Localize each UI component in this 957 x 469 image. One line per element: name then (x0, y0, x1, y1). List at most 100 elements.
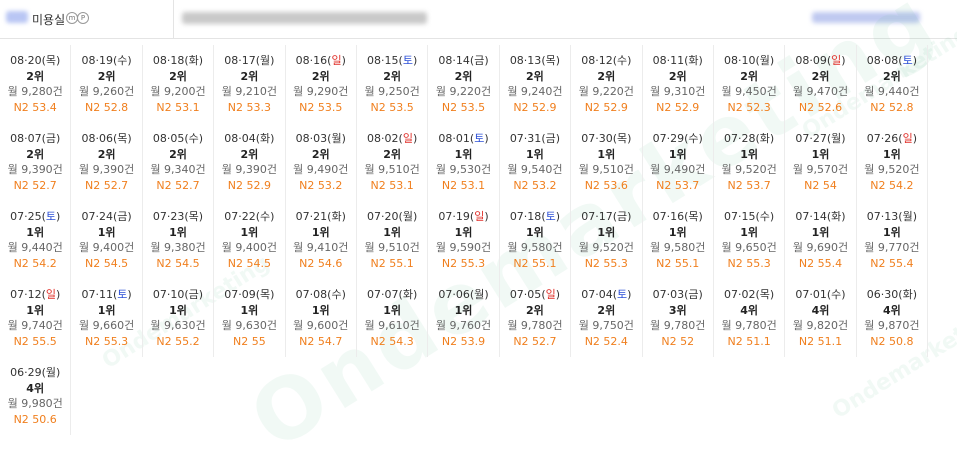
monthly-volume: 월 9,650건 (721, 241, 777, 254)
date-label: 07·01(수) (795, 288, 846, 301)
date-label: 08·08(토) (866, 54, 917, 67)
date-label: 08·19(수) (81, 54, 132, 67)
weekday: 월 (45, 366, 56, 379)
monthly-volume: 월 9,660건 (78, 319, 135, 332)
weekday: 수 (617, 54, 628, 67)
divider (173, 0, 174, 38)
monthly-volume: 월 9,240건 (507, 85, 563, 98)
link-redacted[interactable] (812, 12, 920, 23)
monthly-volume: 월 9,340건 (150, 163, 206, 176)
date-value: 07·26 (866, 132, 899, 145)
n2-score: N2 53.4 (13, 100, 57, 114)
monthly-volume: 월 9,870건 (864, 319, 920, 332)
rank-value: 1위 (882, 225, 901, 239)
date-label: 07·16(목) (652, 210, 703, 223)
monthly-volume: 월 9,520건 (721, 163, 777, 176)
monthly-volume: 월 9,390건 (221, 163, 277, 176)
history-cell: 07·09(목) 1위 월 9,630건 N2 55 (214, 279, 286, 357)
date-value: 07·19 (438, 210, 470, 223)
date-value: 08·18 (152, 54, 185, 67)
weekday: 일 (902, 132, 913, 145)
n2-score: N2 54.7 (299, 334, 343, 348)
rank-value: 4위 (882, 303, 901, 317)
n2-score: N2 52.3 (727, 100, 771, 114)
weekday: 일 (402, 132, 413, 145)
date-label: 07·24(금) (81, 210, 132, 223)
monthly-volume: 월 9,490건 (293, 163, 349, 176)
date-label: 08·09(일) (795, 54, 846, 67)
monthly-volume: 월 9,280건 (7, 85, 63, 98)
date-label: 08·01(토) (438, 132, 489, 145)
weekday: 토 (45, 210, 56, 223)
rank-value: 1위 (811, 147, 830, 161)
date-label: 07·14(화) (795, 210, 846, 223)
p-badge-icon[interactable]: P (77, 12, 89, 24)
weekday: 목 (617, 132, 628, 145)
history-cell: 07·31(금) 1위 월 9,540건 N2 53.2 (500, 123, 572, 201)
weekday: 화 (831, 210, 842, 223)
rank-value: 2위 (240, 69, 259, 83)
n2-score: N2 54 (804, 178, 837, 192)
date-value: 07·28 (723, 132, 756, 145)
date-label: 08·05(수) (152, 132, 204, 145)
history-cell: 07·30(목) 1위 월 9,510건 N2 53.6 (571, 123, 643, 201)
date-value: 07·06 (438, 288, 470, 301)
date-label: 06·29(월) (10, 366, 61, 379)
history-cell: 08·20(목) 2위 월 9,280건 N2 53.4 (0, 45, 72, 123)
history-cell: 07·16(목) 1위 월 9,580건 N2 55.1 (643, 201, 714, 279)
n2-score: N2 52.9 (513, 100, 557, 114)
monthly-volume: 월 9,770건 (864, 241, 920, 254)
monthly-volume: 월 9,510건 (364, 163, 420, 176)
date-value: 07·13 (866, 210, 899, 223)
monthly-volume: 월 9,780건 (721, 319, 777, 332)
date-label: 07·10(금) (152, 288, 204, 301)
rank-value: 4위 (811, 303, 830, 317)
rank-value: 2위 (383, 69, 402, 83)
date-label: 07·31(금) (509, 132, 561, 145)
n2-score: N2 50.8 (870, 334, 914, 348)
history-cell: 07·11(토) 1위 월 9,660건 N2 55.3 (71, 279, 143, 357)
date-value: 08·13 (509, 54, 542, 67)
date-value: 07·20 (367, 210, 399, 223)
date-label: 07·25(토) (10, 210, 61, 223)
rank-value: 1위 (240, 225, 259, 239)
weekday: 월 (831, 132, 842, 145)
monthly-volume: 월 9,490건 (650, 163, 706, 176)
monthly-volume: 월 9,380건 (150, 241, 206, 254)
n2-score: N2 52.8 (870, 100, 914, 114)
n2-score: N2 52.7 (13, 178, 57, 192)
rank-value: 2위 (597, 303, 616, 317)
n2-score: N2 51.1 (798, 334, 843, 348)
history-cell: 07·18(토) 1위 월 9,580건 N2 55.1 (500, 201, 572, 279)
history-cell: 08·03(월) 2위 월 9,490건 N2 53.2 (286, 123, 357, 201)
monthly-volume: 월 9,220건 (435, 85, 492, 98)
n2-score: N2 54.5 (84, 256, 129, 270)
rank-value: 4위 (740, 303, 758, 317)
date-label: 07·04(토) (581, 288, 632, 301)
date-value: 07·17 (581, 210, 613, 223)
date-value: 07·07 (367, 288, 399, 301)
rank-value: 2위 (882, 69, 901, 83)
shop-name[interactable]: 미용실 (32, 11, 65, 28)
date-value: 08·02 (367, 132, 399, 145)
history-cell: 07·06(월) 1위 월 9,760건 N2 53.9 (428, 279, 500, 357)
date-value: 07·31 (509, 132, 542, 145)
rank-value: 2위 (526, 303, 544, 317)
monthly-volume: 월 9,760건 (435, 319, 492, 332)
n2-score: N2 55 (233, 334, 266, 348)
date-value: 07·18 (509, 210, 542, 223)
date-value: 07·27 (795, 132, 827, 145)
weekday: 토 (545, 210, 556, 223)
weekday: 토 (474, 132, 485, 145)
history-cell: 07·28(화) 1위 월 9,520건 N2 53.7 (714, 123, 786, 201)
weekday: 토 (402, 54, 413, 67)
date-value: 07·21 (295, 210, 328, 223)
monthly-volume: 월 9,390건 (7, 163, 63, 176)
n2-score: N2 52.4 (584, 334, 628, 348)
rank-value: 2위 (97, 69, 116, 83)
rank-value: 2위 (169, 69, 187, 83)
weekday: 목 (688, 210, 699, 223)
history-cell: 07·24(금) 1위 월 9,400건 N2 54.5 (71, 201, 143, 279)
date-label: 07·06(월) (438, 288, 489, 301)
n2-score: N2 52.7 (156, 178, 200, 192)
